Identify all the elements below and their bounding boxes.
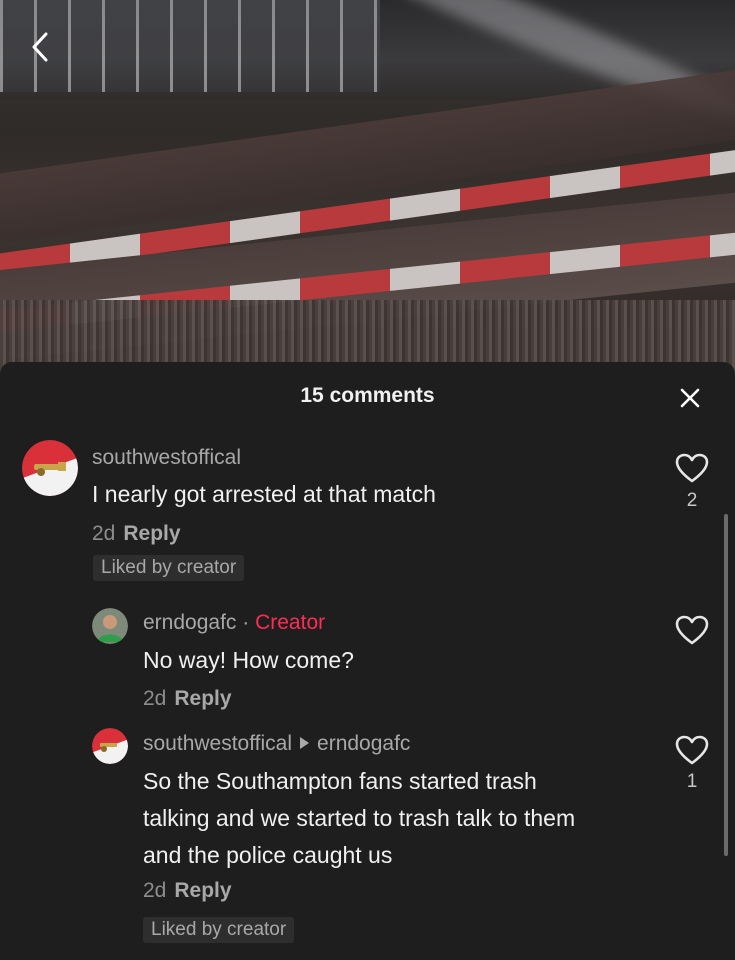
heart-outline-icon [675, 735, 709, 765]
reply-button[interactable]: Reply [174, 879, 231, 902]
reply-to-username[interactable]: erndogafc [317, 732, 410, 755]
arsenal-logo-icon [92, 728, 128, 764]
back-button[interactable] [24, 30, 58, 64]
comment-text-line: and the police caught us [143, 842, 393, 868]
like-count: 1 [686, 771, 698, 792]
comment-time: 2d [143, 879, 167, 902]
like-button[interactable] [674, 734, 710, 766]
reply-arrow-icon [300, 737, 310, 750]
comment-username[interactable]: southwestoffical [143, 732, 292, 755]
avatar[interactable] [92, 728, 128, 764]
comment-text-line: talking and we started to trash talk to … [143, 805, 576, 831]
liked-by-creator-badge: Liked by creator [143, 917, 295, 943]
comments-sheet: 15 comments southwestoffical I nearly go… [0, 362, 735, 960]
video-background[interactable] [0, 0, 735, 380]
comment-meta: 2d Reply [143, 879, 232, 903]
reply-item: southwestoffical erndogafc So the Southam… [0, 362, 735, 960]
chevron-left-icon [32, 32, 48, 62]
comment-text-line: So the Southampton fans started trash [143, 768, 537, 794]
comment-text: So the Southampton fans started trash ta… [143, 763, 663, 874]
reply-username-line: southwestoffical erndogafc [143, 732, 410, 756]
